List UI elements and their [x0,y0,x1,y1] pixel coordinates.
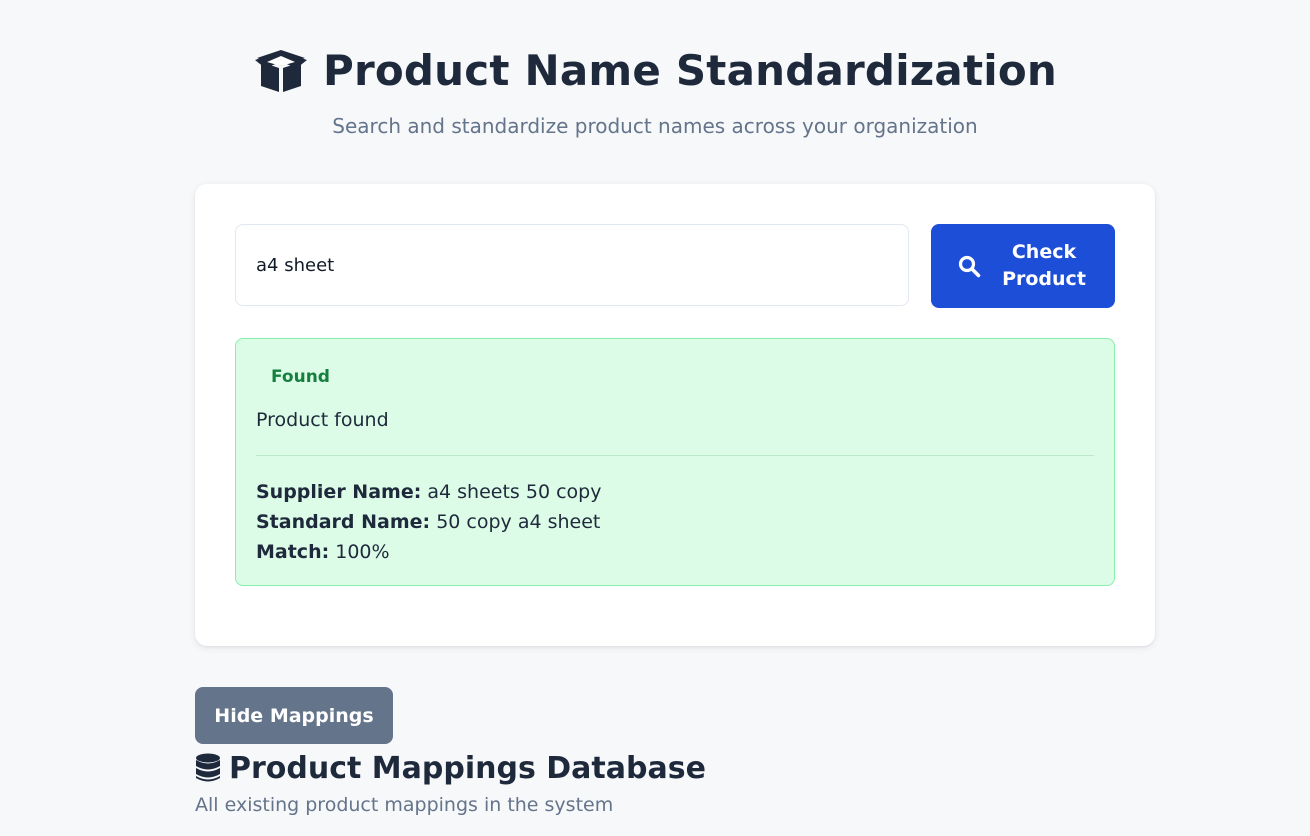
status-badge: Found [271,367,330,387]
supplier-name-row: Supplier Name: a4 sheets 50 copy [256,481,601,503]
match-value: 100% [335,541,390,563]
divider [256,455,1094,456]
mappings-title-row: Product Mappings Database [195,750,706,786]
page-title: Product Name Standardization [322,45,1058,95]
check-product-button[interactable]: Check Product [931,224,1115,308]
product-search-input[interactable] [235,224,909,306]
standard-name-label: Standard Name: [256,511,431,533]
search-icon [957,254,981,278]
match-label: Match: [256,541,330,563]
standard-name-value: 50 copy a4 sheet [436,511,601,533]
result-message: Product found [256,409,389,431]
mappings-subtitle: All existing product mappings in the sys… [195,794,614,816]
result-panel: Found Product found Supplier Name: a4 sh… [235,338,1115,586]
match-row: Match: 100% [256,541,390,563]
standard-name-row: Standard Name: 50 copy a4 sheet [256,511,600,533]
page-subtitle: Search and standardize product names acr… [332,114,978,138]
database-icon [195,753,221,783]
check-product-label: Check Product [1002,241,1086,290]
search-card: Check Product Found Product found Suppli… [195,184,1155,646]
box-open-icon [253,46,309,94]
title-row: Product Name Standardization [0,40,1310,100]
supplier-name-value: a4 sheets 50 copy [427,481,602,503]
mappings-title: Product Mappings Database [229,750,706,786]
supplier-name-label: Supplier Name: [256,481,422,503]
page-header: Product Name Standardization Search and … [0,40,1310,138]
hide-mappings-button[interactable]: Hide Mappings [195,687,393,744]
